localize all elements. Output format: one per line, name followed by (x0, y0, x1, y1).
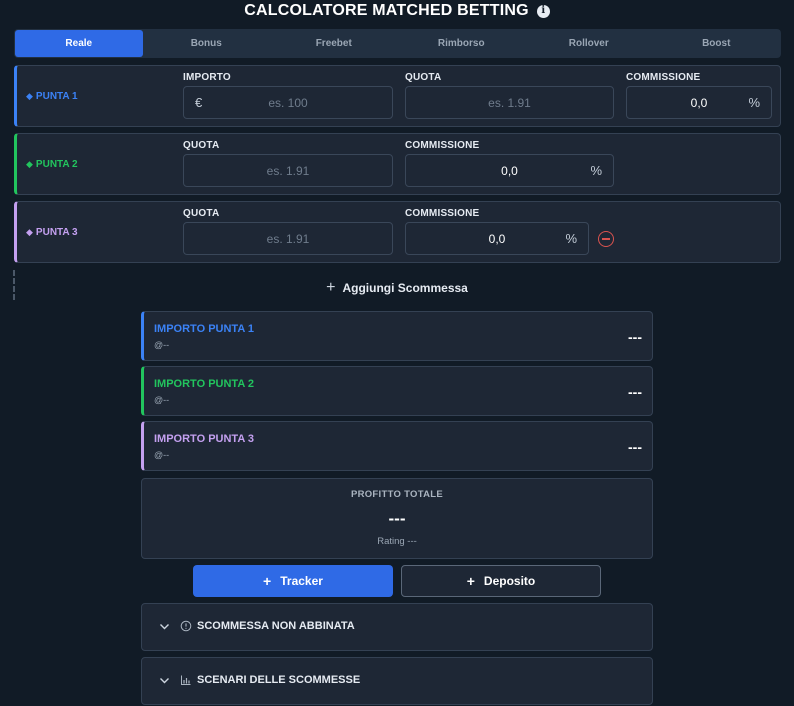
tab-rimborso[interactable]: Rimborso (398, 30, 526, 57)
tab-reale[interactable]: Reale (15, 30, 143, 57)
tracker-label: Tracker (280, 574, 323, 588)
stake-card-punta-1: IMPORTO PUNTA 1 @-- --- (141, 311, 653, 361)
page-title: CALCOLATORE MATCHED BETTING (244, 2, 529, 19)
page-header: CALCOLATORE MATCHED BETTING i (0, 0, 794, 22)
add-bet-label: Aggiungi Scommessa (342, 281, 468, 295)
plus-icon: + (263, 573, 272, 589)
bet-name-punta-2: ◆ PUNTA 2 (26, 134, 78, 194)
plus-icon: + (326, 279, 336, 296)
bet-row-punta-2: ◆ PUNTA 2 QUOTA es. 1.91 COMMISSIONE 0,0… (14, 133, 781, 195)
percent-icon: % (748, 95, 760, 110)
quota-placeholder: es. 1.91 (488, 95, 531, 110)
add-bet-button[interactable]: + Aggiungi Scommessa (0, 278, 794, 298)
chevron-down-icon (160, 678, 169, 684)
stake-card-punta-2: IMPORTO PUNTA 2 @-- --- (141, 366, 653, 416)
accordion-bet-scenarios[interactable]: SCENARI DELLE SCOMMESSE (141, 657, 653, 705)
profit-card: PROFITTO TOTALE --- Rating --- (141, 478, 653, 559)
diamond-icon: ◆ (26, 90, 33, 101)
commissione-value: 0,0 (488, 231, 506, 246)
commissione-label: COMMISSIONE (626, 72, 701, 83)
bar-chart-icon (181, 675, 191, 685)
stake-value: --- (628, 384, 642, 400)
commissione-input[interactable]: 0,0 % (626, 86, 772, 119)
stake-title: IMPORTO PUNTA 2 (154, 378, 255, 390)
profit-label: PROFITTO TOTALE (350, 489, 444, 500)
commissione-input[interactable]: 0,0 % (405, 154, 614, 187)
deposit-label: Deposito (483, 574, 536, 588)
quota-input[interactable]: es. 1.91 (183, 154, 393, 187)
percent-icon: % (590, 163, 602, 178)
diamond-icon: ◆ (26, 226, 33, 237)
bet-row-punta-3: ◆ PUNTA 3 QUOTA es. 1.91 COMMISSIONE 0,0… (14, 201, 781, 263)
quota-label: QUOTA (405, 72, 442, 83)
tab-freebet[interactable]: Freebet (270, 30, 398, 57)
bet-name-label: PUNTA 2 (35, 158, 78, 170)
mode-tabs: Reale Bonus Freebet Rimborso Rollover Bo… (14, 29, 781, 58)
commissione-input[interactable]: 0,0 % (405, 222, 589, 255)
importo-input[interactable]: € es. 100 (183, 86, 393, 119)
quota-label: QUOTA (183, 140, 220, 151)
percent-icon: % (565, 231, 577, 246)
info-icon[interactable]: i (536, 4, 550, 18)
quota-input[interactable]: es. 1.91 (405, 86, 614, 119)
bet-row-punta-1: ◆ PUNTA 1 IMPORTO € es. 100 QUOTA es. 1.… (14, 65, 781, 127)
stake-title: IMPORTO PUNTA 1 (154, 323, 255, 335)
bet-name-punta-3: ◆ PUNTA 3 (26, 202, 78, 262)
quota-input[interactable]: es. 1.91 (183, 222, 393, 255)
bet-name-label: PUNTA 1 (35, 90, 78, 102)
commissione-label: COMMISSIONE (405, 208, 480, 219)
accordion-label: SCENARI DELLE SCOMMESSE (197, 674, 361, 686)
importo-placeholder: es. 100 (268, 95, 308, 110)
stake-value: --- (628, 439, 642, 455)
tab-bonus[interactable]: Bonus (143, 30, 271, 57)
accordion-unmatched-bet[interactable]: SCOMMESSA NON ABBINATA (141, 603, 653, 651)
stake-title: IMPORTO PUNTA 3 (154, 433, 255, 445)
commissione-value: 0,0 (501, 163, 518, 178)
stake-odds: @-- (154, 450, 170, 460)
deposit-button[interactable]: + Deposito (401, 565, 601, 597)
stake-odds: @-- (154, 340, 170, 350)
quota-placeholder: es. 1.91 (266, 231, 310, 246)
bet-name-punta-1: ◆ PUNTA 1 (26, 66, 78, 126)
plus-icon: + (466, 573, 475, 589)
tab-rollover[interactable]: Rollover (525, 30, 653, 57)
alert-circle-icon (180, 620, 192, 632)
importo-label: IMPORTO (183, 72, 231, 83)
quota-placeholder: es. 1.91 (266, 163, 310, 178)
stake-odds: @-- (154, 395, 170, 405)
tracker-button[interactable]: + Tracker (193, 565, 393, 597)
stake-card-punta-3: IMPORTO PUNTA 3 @-- --- (141, 421, 653, 471)
remove-bet-icon[interactable] (598, 231, 614, 247)
bet-name-label: PUNTA 3 (35, 226, 78, 238)
tab-boost[interactable]: Boost (653, 30, 781, 57)
commissione-label: COMMISSIONE (405, 140, 480, 151)
chevron-down-icon (160, 624, 169, 630)
profit-value: --- (388, 509, 406, 528)
diamond-icon: ◆ (26, 158, 33, 169)
accordion-label: SCOMMESSA NON ABBINATA (197, 620, 355, 632)
quota-label: QUOTA (183, 208, 220, 219)
stake-value: --- (628, 329, 642, 345)
profit-rating: Rating --- (377, 536, 417, 547)
